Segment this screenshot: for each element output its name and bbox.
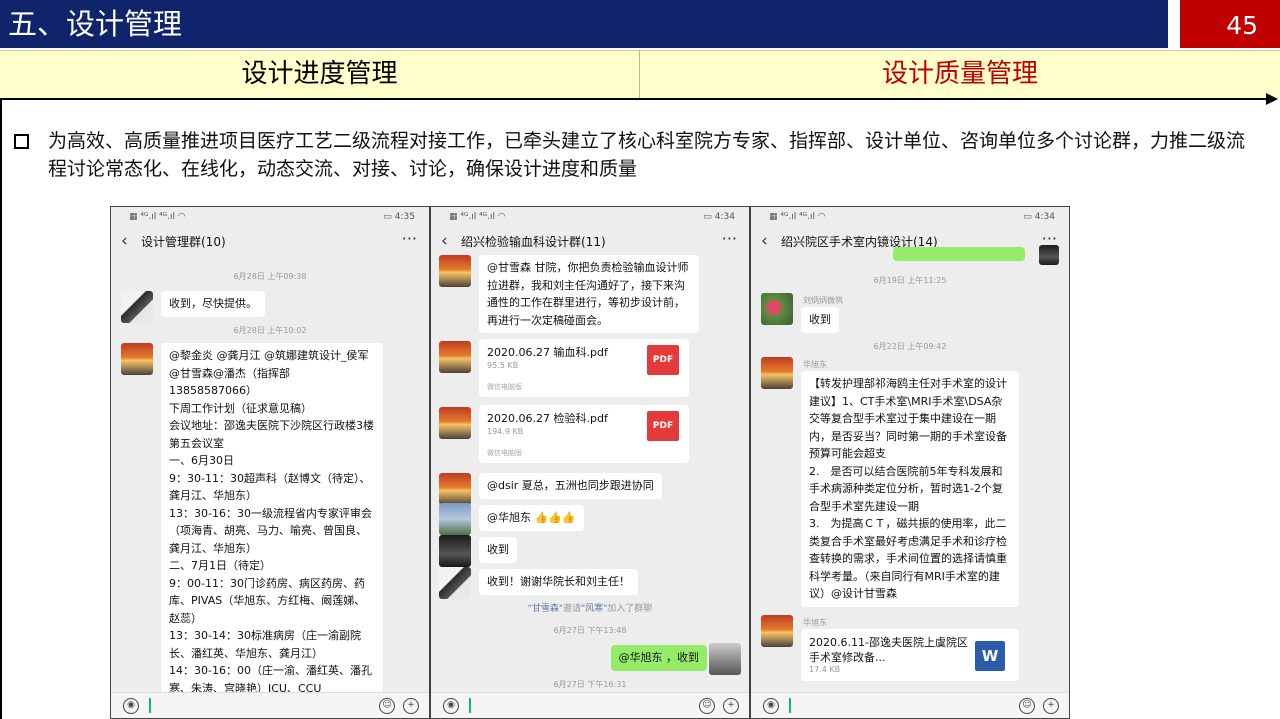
slide: 五、设计管理 45 设计进度管理 设计质量管理 为高效、高质量推进项目医疗工艺二… bbox=[0, 0, 1280, 719]
emoji-icon[interactable]: ☺ bbox=[379, 698, 395, 714]
battery-clock: ▭ 4:35 bbox=[383, 212, 415, 222]
status-bar: ▦ ⁴ᴳ.ıl ⁴ᴳ.ıl ◠ ▭ 4:35 bbox=[111, 207, 429, 227]
arrow-right-icon bbox=[1266, 93, 1278, 105]
avatar[interactable] bbox=[439, 255, 471, 287]
avatar[interactable] bbox=[439, 535, 471, 567]
square-bullet-icon bbox=[14, 134, 29, 149]
text-input-cursor[interactable] bbox=[469, 698, 471, 713]
pdf-icon: PDF bbox=[647, 345, 679, 375]
file-size: 95.5 KB bbox=[487, 361, 519, 370]
message-bubble: @甘雪森 甘院，你把负责检验输血设计师拉进群，我和刘主任沟通好了，接下来沟通性的… bbox=[479, 255, 699, 333]
text-input-cursor[interactable] bbox=[789, 698, 791, 713]
voice-icon[interactable]: ◉ bbox=[123, 698, 139, 714]
avatar[interactable] bbox=[439, 407, 471, 439]
file-source: 微信电脑版 bbox=[487, 449, 522, 457]
file-card-word[interactable]: 2020.6.11-邵逸夫医院上虞院区手术室修改备... 17.4 KB W bbox=[801, 629, 1019, 681]
file-name: 2020.06.27 检验科.pdf bbox=[487, 412, 608, 425]
sender-name: 华旭东 bbox=[803, 618, 827, 627]
file-size: 194.9 KB bbox=[487, 427, 524, 436]
message-bubble-own: @华旭东 ，收到 bbox=[610, 645, 707, 671]
file-card-pdf[interactable]: 2020.06.27 输血科.pdf 95.5 KB 微信电脑版 PDF bbox=[479, 339, 689, 397]
divider-line bbox=[0, 98, 1268, 100]
tab-strip: 设计进度管理 设计质量管理 bbox=[0, 50, 1280, 98]
chat-title: 绍兴检验输血科设计群(11) bbox=[461, 235, 606, 249]
pdf-icon: PDF bbox=[647, 411, 679, 441]
page-number-box: 45 bbox=[1180, 0, 1280, 48]
word-icon: W bbox=[975, 641, 1005, 671]
avatar[interactable] bbox=[439, 341, 471, 373]
chat-title: 设计管理群(10) bbox=[141, 235, 226, 249]
avatar[interactable] bbox=[121, 343, 153, 375]
more-icon[interactable]: ··· bbox=[722, 229, 737, 248]
avatar[interactable] bbox=[1039, 245, 1059, 265]
voice-icon[interactable]: ◉ bbox=[763, 698, 779, 714]
status-bar: ▦ ⁴ᴳ.ıl ⁴ᴳ.ıl ◠ ▭ 4:34 bbox=[431, 207, 749, 227]
chat-input-bar: ◉ ☺ + bbox=[751, 692, 1069, 718]
message-bubble: @黎金炎 @龚月江 @筑娜建筑设计_侯军 @甘雪森@潘杰（指挥部13858587… bbox=[161, 343, 383, 693]
message-bubble: 收到，尽快提供。 bbox=[161, 291, 265, 317]
file-size: 17.4 KB bbox=[809, 665, 841, 674]
file-name: 2020.6.11-邵逸夫医院上虞院区手术室修改备... bbox=[809, 636, 968, 664]
timestamp: 6月27日 下午16:31 bbox=[553, 680, 627, 689]
message-bubble: 收到！谢谢华院长和刘主任！ bbox=[479, 569, 638, 595]
avatar[interactable] bbox=[761, 615, 793, 647]
title-bar: 五、设计管理 bbox=[0, 0, 1168, 48]
file-card-pdf[interactable]: 2020.06.27 检验科.pdf 194.9 KB 微信电脑版 PDF bbox=[479, 405, 689, 463]
message-bubble-own bbox=[893, 247, 1025, 261]
chat-input-bar: ◉ ☺ + bbox=[431, 692, 749, 718]
sender-name: 刘炳炳微筑 bbox=[803, 296, 843, 305]
plus-icon[interactable]: + bbox=[403, 698, 419, 714]
page-number: 45 bbox=[1226, 11, 1258, 40]
avatar[interactable] bbox=[709, 643, 741, 675]
avatar[interactable] bbox=[121, 291, 153, 323]
phone-screenshot-lab-group: ▦ ⁴ᴳ.ıl ⁴ᴳ.ıl ◠ ▭ 4:34 ‹ 绍兴检验输血科设计群(11) … bbox=[430, 206, 750, 719]
tab-quality-management[interactable]: 设计质量管理 bbox=[640, 51, 1280, 98]
back-arrow-icon[interactable]: ‹ bbox=[441, 231, 448, 251]
signal-icon: ▦ ⁴ᴳ.ıl ⁴ᴳ.ıl ◠ bbox=[769, 212, 826, 222]
timestamp: 6月19日 上午11:25 bbox=[873, 276, 947, 285]
more-icon[interactable]: ··· bbox=[402, 229, 417, 248]
description-paragraph: 为高效、高质量推进项目医疗工艺二级流程对接工作，已牵头建立了核心科室院方专家、指… bbox=[48, 130, 1246, 180]
signal-icon: ▦ ⁴ᴳ.ıl ⁴ᴳ.ıl ◠ bbox=[129, 212, 186, 222]
system-message: "甘雪森"邀请"风寒"加入了群聊 bbox=[527, 604, 653, 614]
timestamp: 6月27日 下午13:48 bbox=[553, 626, 627, 635]
phone-screenshot-design-group: ▦ ⁴ᴳ.ıl ⁴ᴳ.ıl ◠ ▭ 4:35 ‹ 设计管理群(10) ··· 6… bbox=[110, 206, 430, 719]
avatar[interactable] bbox=[761, 357, 793, 389]
chat-header: ‹ 绍兴检验输血科设计群(11) ··· bbox=[431, 227, 749, 255]
avatar[interactable] bbox=[439, 567, 471, 599]
emoji-icon[interactable]: ☺ bbox=[1019, 698, 1035, 714]
timestamp: 6月28日 上午09:38 bbox=[233, 272, 307, 281]
message-bubble: @dsir 夏总，五洲也同步跟进协同 bbox=[479, 473, 662, 499]
text-input-cursor[interactable] bbox=[149, 698, 151, 713]
phone-screenshot-surgery-group: ▦ ⁴ᴳ.ıl ⁴ᴳ.ıl ◠ ▭ 4:34 ‹ 绍兴院区手术室内镜设计(14)… bbox=[750, 206, 1070, 719]
message-bubble: 【转发护理部祁海鸥主任对手术室的设计建议】1、CT手术室\MRI手术室\DSA杂… bbox=[801, 371, 1019, 607]
battery-clock: ▭ 4:34 bbox=[1023, 212, 1055, 222]
signal-icon: ▦ ⁴ᴳ.ıl ⁴ᴳ.ıl ◠ bbox=[449, 212, 506, 222]
avatar[interactable] bbox=[439, 473, 471, 505]
left-border-line bbox=[0, 100, 2, 719]
emoji-icon[interactable]: ☺ bbox=[699, 698, 715, 714]
plus-icon[interactable]: + bbox=[723, 698, 739, 714]
plus-icon[interactable]: + bbox=[1043, 698, 1059, 714]
timestamp: 6月22日 上午09:42 bbox=[873, 342, 947, 351]
tab-schedule-management[interactable]: 设计进度管理 bbox=[0, 51, 640, 98]
file-name: 2020.06.27 输血科.pdf bbox=[487, 346, 608, 359]
sender-name: 华旭东 bbox=[803, 360, 827, 369]
message-bubble: 收到 bbox=[801, 307, 839, 333]
status-bar: ▦ ⁴ᴳ.ıl ⁴ᴳ.ıl ◠ ▭ 4:34 bbox=[751, 207, 1069, 227]
timestamp: 6月28日 上午10:02 bbox=[233, 326, 307, 335]
battery-clock: ▭ 4:34 bbox=[703, 212, 735, 222]
message-bubble: @华旭东 👍👍👍 bbox=[479, 505, 584, 531]
page-title: 五、设计管理 bbox=[8, 7, 183, 41]
chat-header: ‹ 设计管理群(10) ··· bbox=[111, 227, 429, 255]
file-source: 微信电脑版 bbox=[487, 383, 522, 391]
back-arrow-icon[interactable]: ‹ bbox=[121, 231, 128, 251]
back-arrow-icon[interactable]: ‹ bbox=[761, 231, 768, 251]
avatar[interactable] bbox=[761, 293, 793, 325]
message-bubble: 收到 bbox=[479, 537, 517, 563]
chat-input-bar: ◉ ☺ + bbox=[111, 692, 429, 718]
voice-icon[interactable]: ◉ bbox=[443, 698, 459, 714]
avatar[interactable] bbox=[439, 503, 471, 535]
